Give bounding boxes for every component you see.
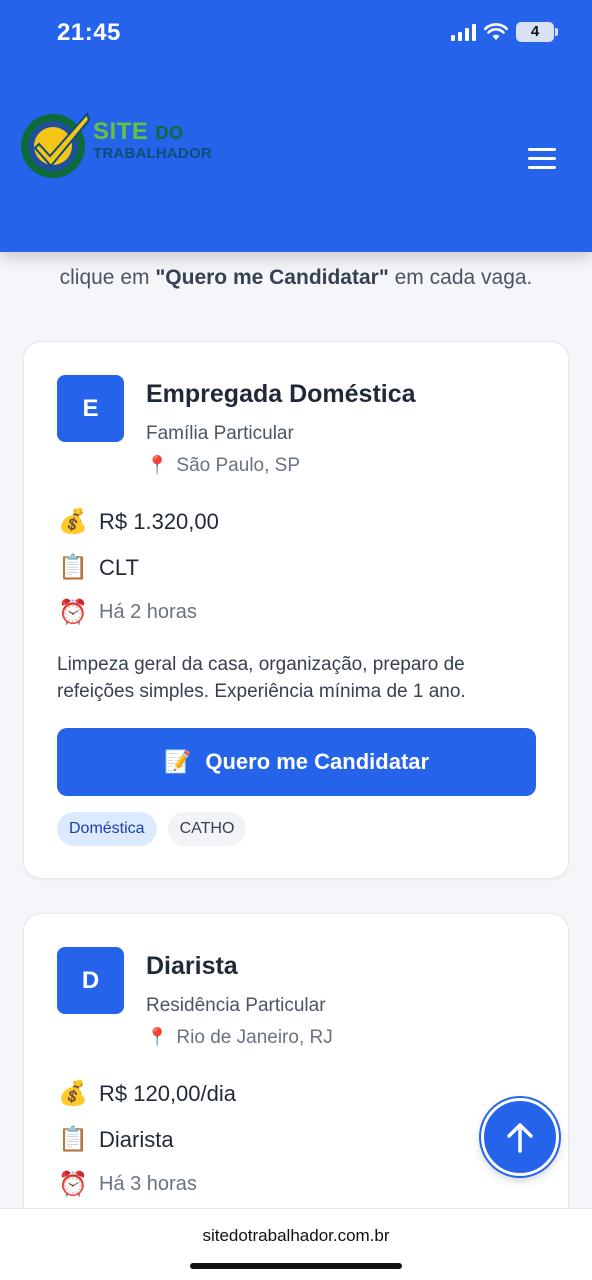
site-header: 21:45 4 SITE DO TRABALHADOR: [0, 0, 592, 252]
scroll-to-top-button[interactable]: [481, 1098, 559, 1176]
posted-row: ⏰ Há 2 horas: [57, 598, 197, 627]
money-bag-icon: 💰: [58, 1080, 88, 1107]
source-tag[interactable]: CATHO: [167, 812, 247, 846]
site-logo[interactable]: SITE DO TRABALHADOR: [17, 108, 212, 184]
posted-time: Há 2 horas: [99, 601, 197, 623]
job-location: 📍 São Paulo, SP: [146, 455, 301, 476]
battery-icon: 4: [516, 22, 558, 42]
clipboard-icon: 📋: [58, 1126, 88, 1153]
company-name: Residência Particular: [146, 995, 326, 1016]
url-text[interactable]: sitedotrabalhador.com.br: [0, 1226, 592, 1246]
alarm-clock-icon: ⏰: [58, 599, 88, 626]
job-card: D Diarista Residência Particular 📍 Rio de…: [23, 913, 569, 1243]
company-avatar: D: [57, 947, 124, 1014]
hamburger-menu-icon[interactable]: [528, 148, 556, 170]
salary-row: 💰 R$ 120,00/dia: [57, 1079, 236, 1108]
alarm-clock-icon: ⏰: [58, 1171, 88, 1198]
wifi-icon: [484, 23, 508, 40]
pin-icon: 📍: [146, 455, 169, 475]
logo-text: SITE DO TRABALHADOR: [93, 118, 212, 162]
job-card: E Empregada Doméstica Família Particular…: [23, 341, 569, 879]
salary-row: 💰 R$ 1.320,00: [57, 507, 219, 536]
job-location: 📍 Rio de Janeiro, RJ: [146, 1027, 333, 1048]
contract-row: 📋 CLT: [57, 553, 139, 582]
clipboard-icon: 📋: [58, 554, 88, 581]
memo-icon: 📝: [163, 749, 192, 774]
company-name: Família Particular: [146, 423, 294, 444]
job-title[interactable]: Diarista: [146, 952, 238, 981]
job-tags: Doméstica CATHO: [57, 812, 247, 846]
category-tag[interactable]: Doméstica: [57, 812, 157, 846]
job-title[interactable]: Empregada Doméstica: [146, 380, 416, 409]
home-indicator[interactable]: [190, 1263, 402, 1269]
salary-value: R$ 1.320,00: [99, 508, 219, 534]
apply-button[interactable]: 📝 Quero me Candidatar: [57, 728, 536, 796]
apply-label: Quero me Candidatar: [205, 749, 430, 774]
salary-value: R$ 120,00/dia: [99, 1080, 236, 1106]
contract-type: CLT: [99, 554, 139, 580]
arrow-up-icon: [507, 1123, 533, 1153]
intro-text: clique em "Quero me Candidatar" em cada …: [59, 266, 533, 289]
status-bar: 21:45 4: [0, 0, 592, 70]
company-avatar: E: [57, 375, 124, 442]
signal-icon: [451, 23, 476, 41]
contract-type: Diarista: [99, 1126, 174, 1152]
money-bag-icon: 💰: [58, 508, 88, 535]
job-description: Limpeza geral da casa, organização, prep…: [57, 654, 466, 702]
status-icons: 4: [451, 22, 558, 42]
posted-time: Há 3 horas: [99, 1173, 197, 1195]
pin-icon: 📍: [146, 1027, 169, 1047]
posted-row: ⏰ Há 3 horas: [57, 1170, 197, 1199]
status-time: 21:45: [57, 19, 121, 46]
contract-row: 📋 Diarista: [57, 1125, 174, 1154]
browser-address-bar: sitedotrabalhador.com.br: [0, 1208, 592, 1280]
checkmark-logo-icon: [21, 112, 91, 178]
